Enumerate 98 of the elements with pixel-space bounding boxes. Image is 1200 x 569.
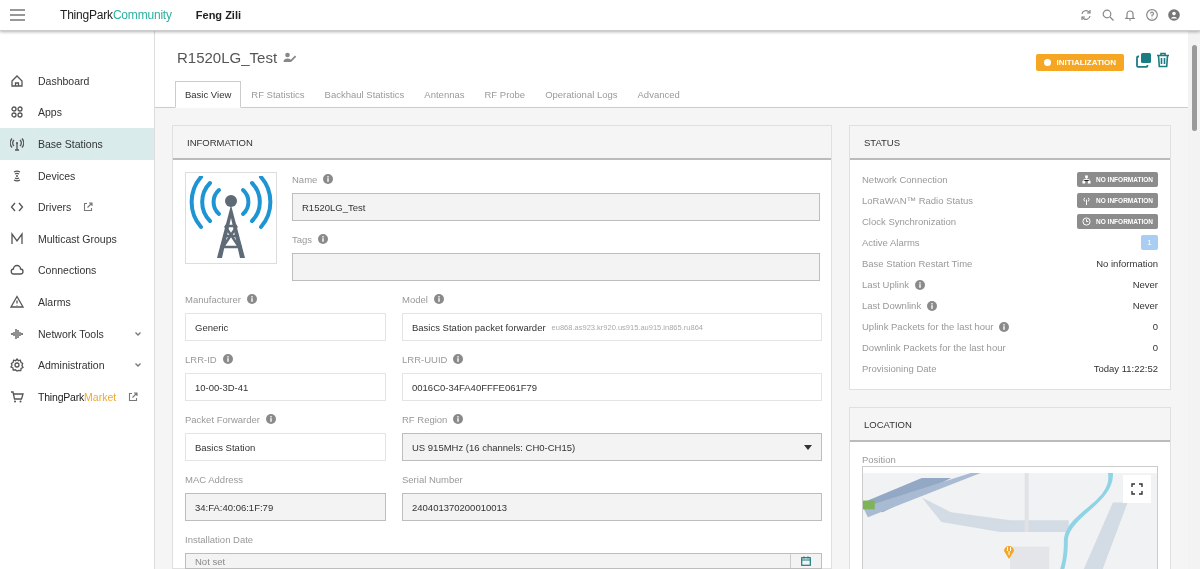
info-icon[interactable] [453,354,464,364]
status-label: Last Uplink [862,279,909,290]
info-icon[interactable] [247,294,257,304]
input-field[interactable]: Basics Station [185,433,386,461]
home-icon [10,73,24,88]
search-icon[interactable] [1102,9,1114,21]
grid-icon [10,105,24,120]
bell-icon[interactable] [1124,9,1136,21]
status-value: No information [1096,258,1158,269]
status-label: Active Alarms [862,237,920,248]
cart-icon [10,389,24,404]
cloud-icon [10,263,24,278]
info-icon[interactable] [266,414,276,424]
dropdown[interactable]: US 915MHz (16 channels: CH0-CH15) [402,433,822,461]
info-icon[interactable] [999,321,1010,332]
clock-icon [1082,217,1092,226]
menu-icon[interactable] [10,9,25,21]
date-input[interactable]: Not set [186,554,784,568]
field-label: Name [292,173,318,185]
fullscreen-icon [1131,483,1143,495]
status-label: LoRaWAN™ Radio Status [862,195,974,206]
input-field[interactable]: R1520LG_Test [292,193,820,221]
antenna-icon [10,137,24,151]
map-pin-icon[interactable] [1003,544,1015,559]
status-label: Network Connection [862,174,948,185]
refresh-icon[interactable] [1080,9,1092,21]
sidebar-item[interactable]: Alarms [0,286,154,318]
sidebar-item[interactable]: Drivers [0,191,154,223]
info-icon[interactable] [318,234,329,244]
status-label: Base Station Restart Time [862,258,973,269]
field-label: LRR-ID [185,353,217,365]
input-field[interactable]: 10-00-3D-41 [185,373,386,401]
status-value: Never [1132,300,1158,311]
warning-icon [10,294,24,309]
input-field[interactable]: 0016C0-34FA40FFFE061F79 [402,373,822,401]
help-icon[interactable] [1146,9,1158,21]
tab[interactable]: Basic View [175,81,242,108]
copy-icon[interactable] [1136,52,1152,68]
field-label: Tags [292,233,313,245]
sidebar-item[interactable]: Network Tools [0,317,154,350]
sidebar-item[interactable]: Connections [0,254,154,287]
status-value: 0 [1152,321,1158,332]
sidebar-item[interactable]: Dashboard [0,65,154,97]
input-field[interactable]: 34:FA:40:06:1F:79 [185,493,386,521]
info-icon[interactable] [927,300,938,311]
input-field[interactable] [292,253,820,281]
thingpark-logo[interactable]: ThingParkCommunity [60,8,172,22]
field-label: Model [402,293,428,305]
account-icon[interactable] [1168,9,1180,21]
waveform-icon [10,326,24,341]
field-label: Packet Forwarder [185,413,260,425]
info-icon[interactable] [433,294,444,304]
status-label: Downlink Packets for the last hour [862,342,1006,353]
m-letter-icon [10,231,24,246]
settings-icon [10,358,24,373]
card-title: INFORMATION [187,136,253,148]
sidebar-item[interactable]: Administration [0,349,154,381]
network-icon [1082,175,1092,184]
calendar-icon [801,556,811,566]
scrollbar[interactable] [1188,31,1200,569]
info-icon[interactable] [323,174,334,184]
sidebar-item[interactable]: Multicast Groups [0,222,154,255]
field-label: RF Region [402,413,448,425]
user-name: Feng Zili [195,9,242,21]
status-value: Today 11:22:52 [1093,363,1158,374]
info-icon[interactable] [915,279,925,290]
status-badge: INITIALIZATION [1035,53,1124,71]
sidebar-item[interactable]: Devices [0,159,154,192]
field-label: Manufacturer [185,293,241,305]
status-label: Provisioning Date [862,363,937,374]
status-label: Uplink Packets for the last hour [862,321,994,332]
count-badge: 1 [1141,235,1158,250]
fullscreen-button[interactable] [1123,475,1151,503]
page-title: R1520LG_Test [177,48,278,66]
date-field[interactable]: Not set [185,553,822,569]
field-label: Installation Date [185,533,254,545]
status-value: Never [1132,279,1158,290]
info-icon[interactable] [222,354,233,364]
field-label: LRR-UUID [402,353,448,365]
info-icon[interactable] [453,414,464,424]
position-label: Position [862,454,897,466]
antenna-icon [1082,196,1092,205]
status-label: Last Downlink [862,300,922,311]
sidebar-item[interactable]: ThingParkMarket [0,380,154,413]
status-label: Clock Synchronization [862,216,956,227]
input-field[interactable]: Generic [185,313,386,341]
status-value: 0 [1152,342,1158,353]
card-title: STATUS [864,136,901,148]
field-label: MAC Address [185,473,244,485]
tower-icon [189,176,273,260]
sidebar-item[interactable]: Base Stations [0,128,154,160]
card-title: LOCATION [864,418,912,430]
user-edit-icon[interactable] [283,51,297,63]
field-label: Serial Number [402,473,463,485]
sidebar-item[interactable]: Apps [0,96,154,129]
input-field[interactable]: 240401370200010013 [402,493,822,521]
trash-icon[interactable] [1156,52,1170,68]
caret-icon [804,444,812,450]
